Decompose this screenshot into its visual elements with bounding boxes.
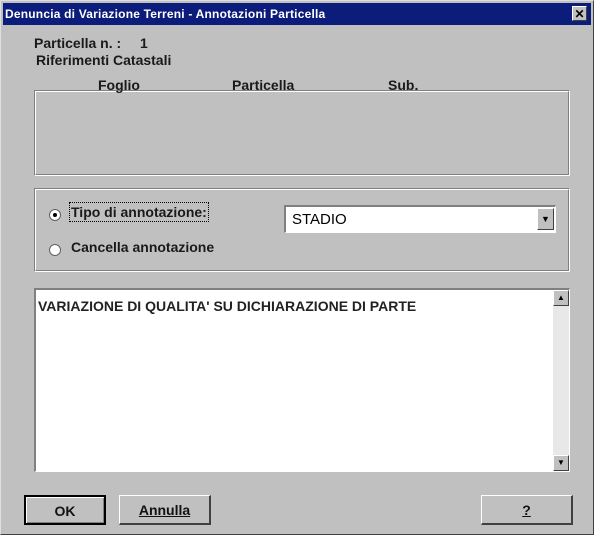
arrow-up-icon: ▲ bbox=[557, 293, 565, 302]
radio-tipo-annotazione[interactable] bbox=[49, 209, 61, 221]
annotation-text: VARIAZIONE DI QUALITA' SU DICHIARAZIONE … bbox=[38, 298, 417, 314]
chevron-down-icon: ▼ bbox=[541, 214, 550, 224]
column-sub: Sub. bbox=[388, 77, 419, 93]
close-icon: ✕ bbox=[574, 7, 585, 21]
ok-button-label: OK bbox=[54, 503, 76, 519]
help-button-label: ? bbox=[522, 502, 531, 518]
dialog-window: Denuncia di Variazione Terreni - Annotaz… bbox=[0, 0, 594, 535]
column-particella: Particella bbox=[232, 77, 295, 93]
vertical-scrollbar[interactable]: ▲ ▼ bbox=[553, 290, 569, 471]
select-value: STADIO bbox=[292, 211, 347, 228]
label-cancella-annotazione[interactable]: Cancella annotazione bbox=[71, 239, 214, 255]
label-tipo-annotazione[interactable]: Tipo di annotazione: bbox=[69, 202, 209, 222]
column-foglio: Foglio bbox=[98, 77, 140, 93]
annulla-button-label: Annulla bbox=[138, 502, 191, 518]
window-title: Denuncia di Variazione Terreni - Annotaz… bbox=[5, 7, 326, 21]
annotation-textarea[interactable]: VARIAZIONE DI QUALITA' SU DICHIARAZIONE … bbox=[34, 288, 570, 472]
particella-label: Particella n. : bbox=[34, 35, 122, 51]
arrow-down-icon: ▼ bbox=[557, 458, 565, 467]
scroll-down-button[interactable]: ▼ bbox=[553, 455, 569, 471]
annulla-button[interactable]: Annulla bbox=[119, 495, 211, 525]
help-button[interactable]: ? bbox=[481, 495, 573, 525]
ok-button[interactable]: OK bbox=[24, 495, 106, 525]
title-bar[interactable]: Denuncia di Variazione Terreni - Annotaz… bbox=[3, 3, 591, 25]
riferimenti-catastali-legend: Riferimenti Catastali bbox=[33, 52, 175, 68]
scroll-up-button[interactable]: ▲ bbox=[553, 290, 569, 306]
close-button[interactable]: ✕ bbox=[572, 6, 587, 21]
riferimenti-catastali-group bbox=[34, 90, 570, 176]
tipo-annotazione-select[interactable]: STADIO ▼ bbox=[284, 205, 556, 233]
particella-value: 1 bbox=[140, 35, 148, 51]
dropdown-arrow-button[interactable]: ▼ bbox=[537, 208, 554, 230]
radio-cancella-annotazione[interactable] bbox=[49, 244, 61, 256]
